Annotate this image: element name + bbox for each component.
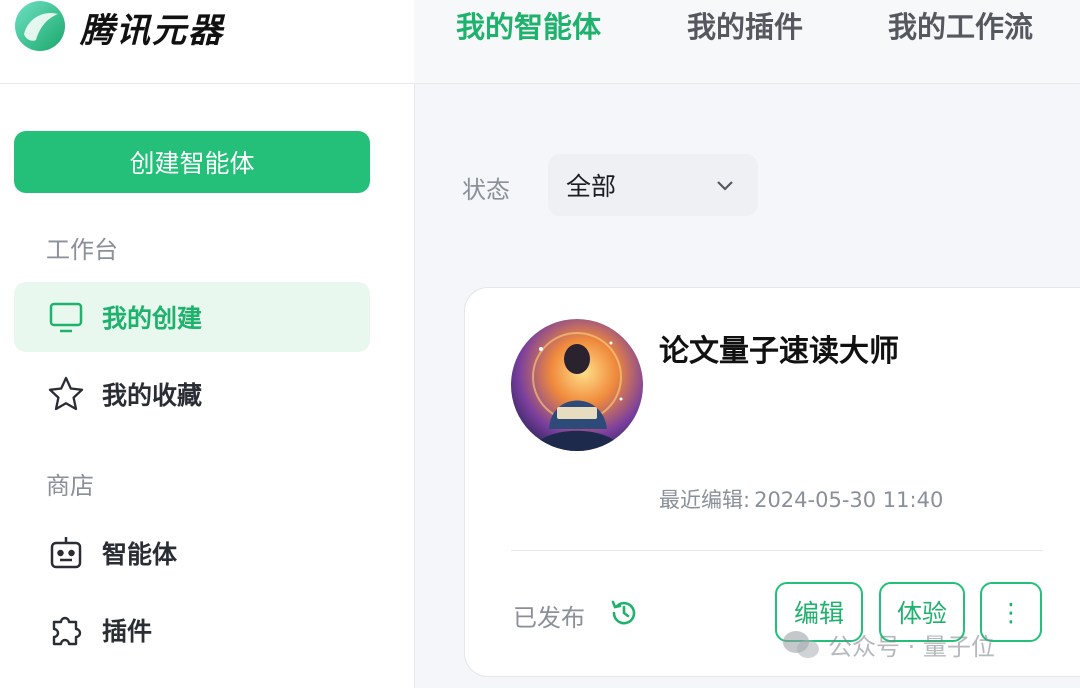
app-name: 腾讯元器 <box>80 11 224 51</box>
create-agent-button[interactable]: 创建智能体 <box>14 131 370 193</box>
section-title-workbench: 工作台 <box>46 236 118 264</box>
last-edited-label: 最近编辑: <box>659 488 751 512</box>
sidebar-item-label: 智能体 <box>102 540 178 569</box>
section-title-store: 商店 <box>46 472 94 500</box>
top-tabs-bar: 我的智能体 我的插件 我的工作流 <box>414 0 1080 84</box>
agent-card[interactable]: 论文量子速读大师 最近编辑: 2024-05-30 11:40 已发布 编辑 体验… <box>464 287 1080 677</box>
star-icon <box>46 374 86 414</box>
agent-title[interactable]: 论文量子速读大师 <box>659 326 899 370</box>
chevron-down-icon <box>717 181 733 191</box>
card-divider <box>511 550 1043 551</box>
watermark-text: 公众号 · 量子位 <box>828 633 995 661</box>
wechat-icon <box>783 630 819 658</box>
tab-my-workflows[interactable]: 我的工作流 <box>888 4 1033 46</box>
robot-icon <box>46 533 86 573</box>
tab-my-plugins[interactable]: 我的插件 <box>687 4 803 46</box>
agent-avatar <box>511 319 643 451</box>
more-vertical-icon: ⋮ <box>998 597 1024 627</box>
puzzle-icon <box>46 610 86 650</box>
status-filter-select[interactable]: 全部 <box>548 154 758 216</box>
watermark: 公众号 · 量子位 <box>782 627 995 662</box>
history-icon[interactable] <box>609 598 639 628</box>
sidebar-item-plugins[interactable]: 插件 <box>14 595 370 665</box>
sidebar-item-label: 插件 <box>102 617 153 646</box>
sidebar: 腾讯元器 创建智能体 工作台 我的创建 我的收藏 商店 智能体 插件 <box>0 0 415 688</box>
sidebar-item-my-creations[interactable]: 我的创建 <box>14 282 370 352</box>
status-filter-value: 全部 <box>566 172 617 201</box>
sidebar-item-my-favorites[interactable]: 我的收藏 <box>14 359 370 429</box>
status-badge: 已发布 <box>513 604 585 632</box>
yuanqi-logo-icon <box>15 1 65 51</box>
sidebar-item-label: 我的收藏 <box>102 381 203 410</box>
sidebar-item-label: 我的创建 <box>102 304 203 333</box>
last-edited-value: 2024-05-30 11:40 <box>754 488 944 512</box>
sidebar-item-agents[interactable]: 智能体 <box>14 518 370 588</box>
status-filter-label: 状态 <box>462 176 510 204</box>
logo-area: 腾讯元器 <box>0 0 414 84</box>
tab-my-agents[interactable]: 我的智能体 <box>456 4 601 46</box>
monitor-icon <box>46 297 86 337</box>
last-edited: 最近编辑: 2024-05-30 11:40 <box>659 484 943 514</box>
